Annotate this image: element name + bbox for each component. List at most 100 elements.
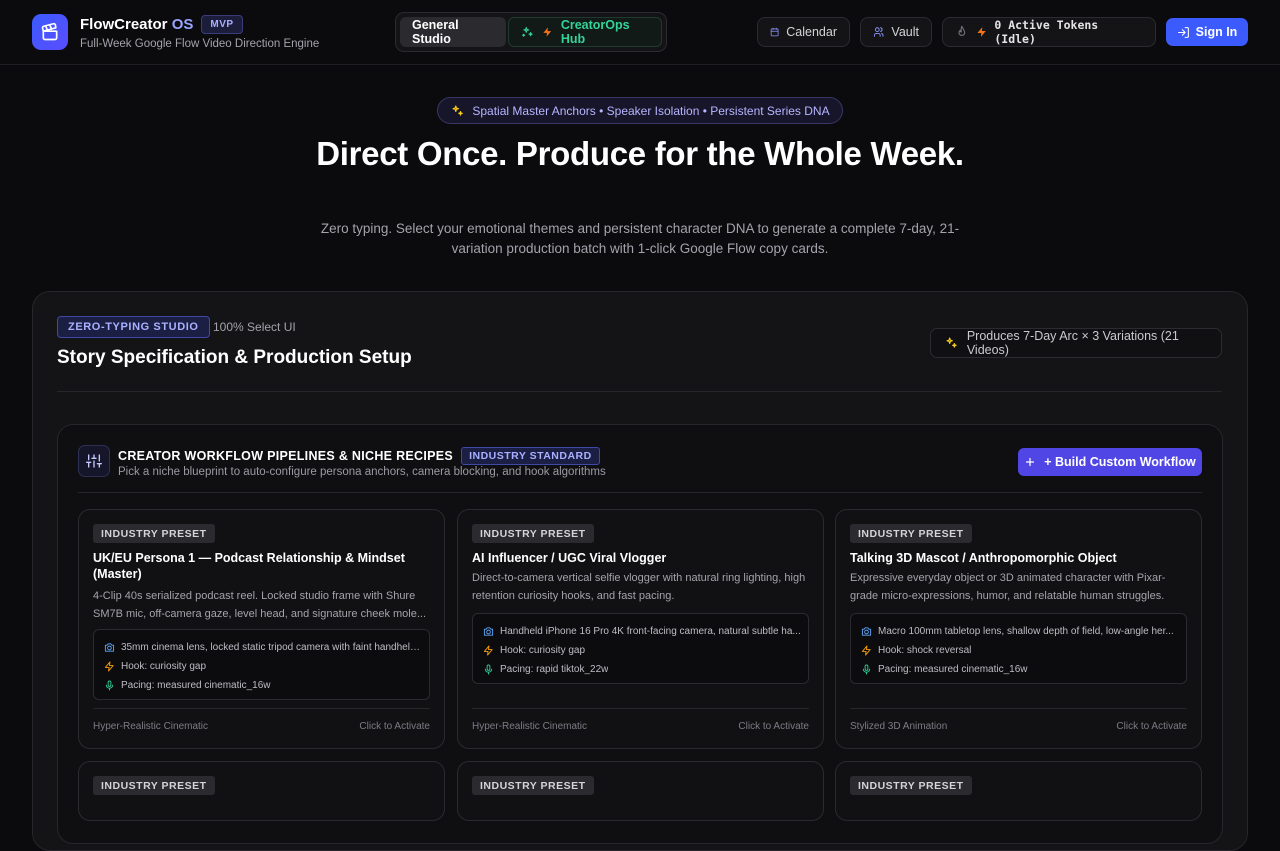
panel-title: Story Specification & Production Setup: [57, 347, 412, 368]
zero-typing-badge: ZERO-TYPING STUDIO: [57, 316, 210, 338]
calendar-icon: [770, 27, 779, 37]
card-style: Stylized 3D Animation: [850, 721, 948, 732]
camera-spec: Macro 100mm tabletop lens, shallow depth…: [861, 622, 1179, 641]
preset-badge: INDUSTRY PRESET: [850, 524, 972, 543]
feature-pill: Spatial Master Anchors • Speaker Isolati…: [437, 97, 843, 124]
industry-standard-badge: INDUSTRY STANDARD: [461, 447, 600, 465]
bolt-icon: [543, 27, 551, 37]
sliders-icon: [78, 445, 110, 477]
card-style: Hyper-Realistic Cinematic: [93, 721, 209, 732]
hero-subtitle: Zero typing. Select your emotional theme…: [320, 221, 960, 256]
calendar-button[interactable]: Calendar: [757, 17, 850, 47]
workflow-card[interactable]: INDUSTRY PRESET AI Influencer / UGC Vira…: [457, 509, 824, 749]
pacing-spec-text: Pacing: measured cinematic_16w: [121, 680, 271, 691]
hook-spec: Hook: curiosity gap: [483, 641, 801, 660]
card-divider: [93, 708, 430, 709]
hook-spec: Hook: shock reversal: [861, 641, 1179, 660]
microphone-icon: [484, 664, 493, 675]
activate-link[interactable]: Click to Activate: [359, 721, 430, 732]
tab-creatorops-label: CreatorOps Hub: [560, 18, 630, 46]
bolt-outline-icon: [861, 645, 871, 656]
sign-in-label: Sign In: [1195, 25, 1238, 39]
pacing-spec-text: Pacing: rapid tiktok_22w: [500, 664, 609, 675]
card-specs: Handheld iPhone 16 Pro 4K front-facing c…: [472, 613, 809, 684]
bolt-outline-icon: [483, 645, 493, 656]
sparkles-icon: [522, 26, 533, 37]
card-title: AI Influencer / UGC Viral Vlogger: [472, 551, 667, 565]
mvp-badge: MVP: [201, 15, 243, 34]
preset-badge: INDUSTRY PRESET: [472, 524, 594, 543]
vault-button[interactable]: Vault: [860, 17, 932, 47]
camera-icon: [104, 643, 115, 652]
camera-icon: [861, 627, 872, 636]
tab-general-studio[interactable]: General Studio: [400, 17, 507, 47]
brand-tagline: Full-Week Google Flow Video Direction En…: [80, 38, 320, 50]
workflow-divider: [78, 492, 1202, 493]
pacing-spec: Pacing: measured cinematic_16w: [861, 660, 1179, 679]
pacing-spec: Pacing: measured cinematic_16w: [104, 676, 422, 695]
card-divider: [850, 708, 1187, 709]
active-tokens-indicator[interactable]: 0 Active Tokens (Idle): [942, 17, 1156, 47]
hook-spec-text: Hook: curiosity gap: [121, 661, 207, 672]
bolt-icon: [977, 27, 986, 37]
hook-spec: Hook: curiosity gap: [104, 657, 422, 676]
hook-spec-text: Hook: curiosity gap: [500, 645, 586, 656]
microphone-icon: [105, 680, 114, 691]
select-ui-label: 100% Select UI: [213, 320, 296, 334]
camera-icon: [483, 627, 494, 636]
workflow-card[interactable]: INDUSTRY PRESET: [78, 761, 445, 821]
preset-badge: INDUSTRY PRESET: [472, 776, 594, 795]
brand-os: OS: [171, 16, 194, 33]
produces-label: Produces 7-Day Arc × 3 Variations (21 Vi…: [966, 329, 1179, 357]
camera-spec-text: Macro 100mm tabletop lens, shallow depth…: [878, 626, 1174, 637]
calendar-label: Calendar: [786, 25, 837, 39]
brand-title[interactable]: FlowCreator OS MVP: [80, 15, 243, 34]
workflow-card[interactable]: INDUSTRY PRESET: [835, 761, 1202, 821]
camera-spec: Handheld iPhone 16 Pro 4K front-facing c…: [483, 622, 801, 641]
card-divider: [472, 708, 809, 709]
card-description: Expressive everyday object or 3D animate…: [850, 572, 1166, 602]
card-title: UK/EU Persona 1 — Podcast Relationship &…: [93, 551, 405, 581]
tokens-label: 0 Active Tokens (Idle): [994, 18, 1099, 46]
preset-badge: INDUSTRY PRESET: [93, 776, 215, 795]
login-icon: [1177, 26, 1189, 38]
workflow-card[interactable]: INDUSTRY PRESET: [457, 761, 824, 821]
sign-in-button[interactable]: Sign In: [1166, 18, 1248, 46]
workflow-card[interactable]: INDUSTRY PRESET UK/EU Persona 1 — Podcas…: [78, 509, 445, 749]
sparkles-icon: [452, 104, 464, 116]
panel-divider: [57, 391, 1222, 392]
card-description: Direct-to-camera vertical selfie vlogger…: [472, 572, 806, 602]
card-specs: 35mm cinema lens, locked static tripod c…: [93, 629, 430, 700]
studio-mode-switcher: General Studio CreatorOps Hub: [395, 12, 667, 52]
preset-badge: INDUSTRY PRESET: [850, 776, 972, 795]
hook-spec-text: Hook: shock reversal: [878, 645, 972, 656]
bolt-outline-icon: [104, 661, 114, 672]
camera-spec: 35mm cinema lens, locked static tripod c…: [104, 638, 422, 657]
card-specs: Macro 100mm tabletop lens, shallow depth…: [850, 613, 1187, 684]
preset-badge: INDUSTRY PRESET: [93, 524, 215, 543]
users-icon: [873, 27, 884, 37]
activate-link[interactable]: Click to Activate: [738, 721, 809, 732]
pacing-spec-text: Pacing: measured cinematic_16w: [878, 664, 1028, 675]
tab-creatorops-hub[interactable]: CreatorOps Hub: [508, 17, 662, 47]
workflow-subtitle: Pick a niche blueprint to auto-configure…: [118, 466, 606, 478]
produces-summary: Produces 7-Day Arc × 3 Variations (21 Vi…: [930, 328, 1222, 358]
workflow-title: CREATOR WORKFLOW PIPELINES & NICHE RECIP…: [118, 447, 600, 465]
vault-label: Vault: [891, 25, 919, 39]
microphone-icon: [862, 664, 871, 675]
clapperboard-logo-icon[interactable]: [32, 14, 68, 50]
workflow-title-text: CREATOR WORKFLOW PIPELINES & NICHE RECIP…: [118, 449, 454, 463]
brand-name: FlowCreator: [80, 16, 168, 33]
workflow-card[interactable]: INDUSTRY PRESET Talking 3D Mascot / Anth…: [835, 509, 1202, 749]
pacing-spec: Pacing: rapid tiktok_22w: [483, 660, 801, 679]
card-description: 4-Clip 40s serialized podcast reel. Lock…: [93, 590, 427, 620]
camera-spec-text: Handheld iPhone 16 Pro 4K front-facing c…: [500, 626, 801, 637]
card-title: Talking 3D Mascot / Anthropomorphic Obje…: [850, 551, 1117, 565]
sparkles-icon: [946, 337, 957, 348]
build-custom-workflow-button[interactable]: + Build Custom Workflow: [1018, 448, 1202, 476]
feature-pill-label: Spatial Master Anchors • Speaker Isolati…: [472, 103, 830, 118]
card-style: Hyper-Realistic Cinematic: [472, 721, 588, 732]
flame-icon: [958, 25, 966, 36]
activate-link[interactable]: Click to Activate: [1116, 721, 1187, 732]
plus-icon: [1026, 457, 1035, 467]
